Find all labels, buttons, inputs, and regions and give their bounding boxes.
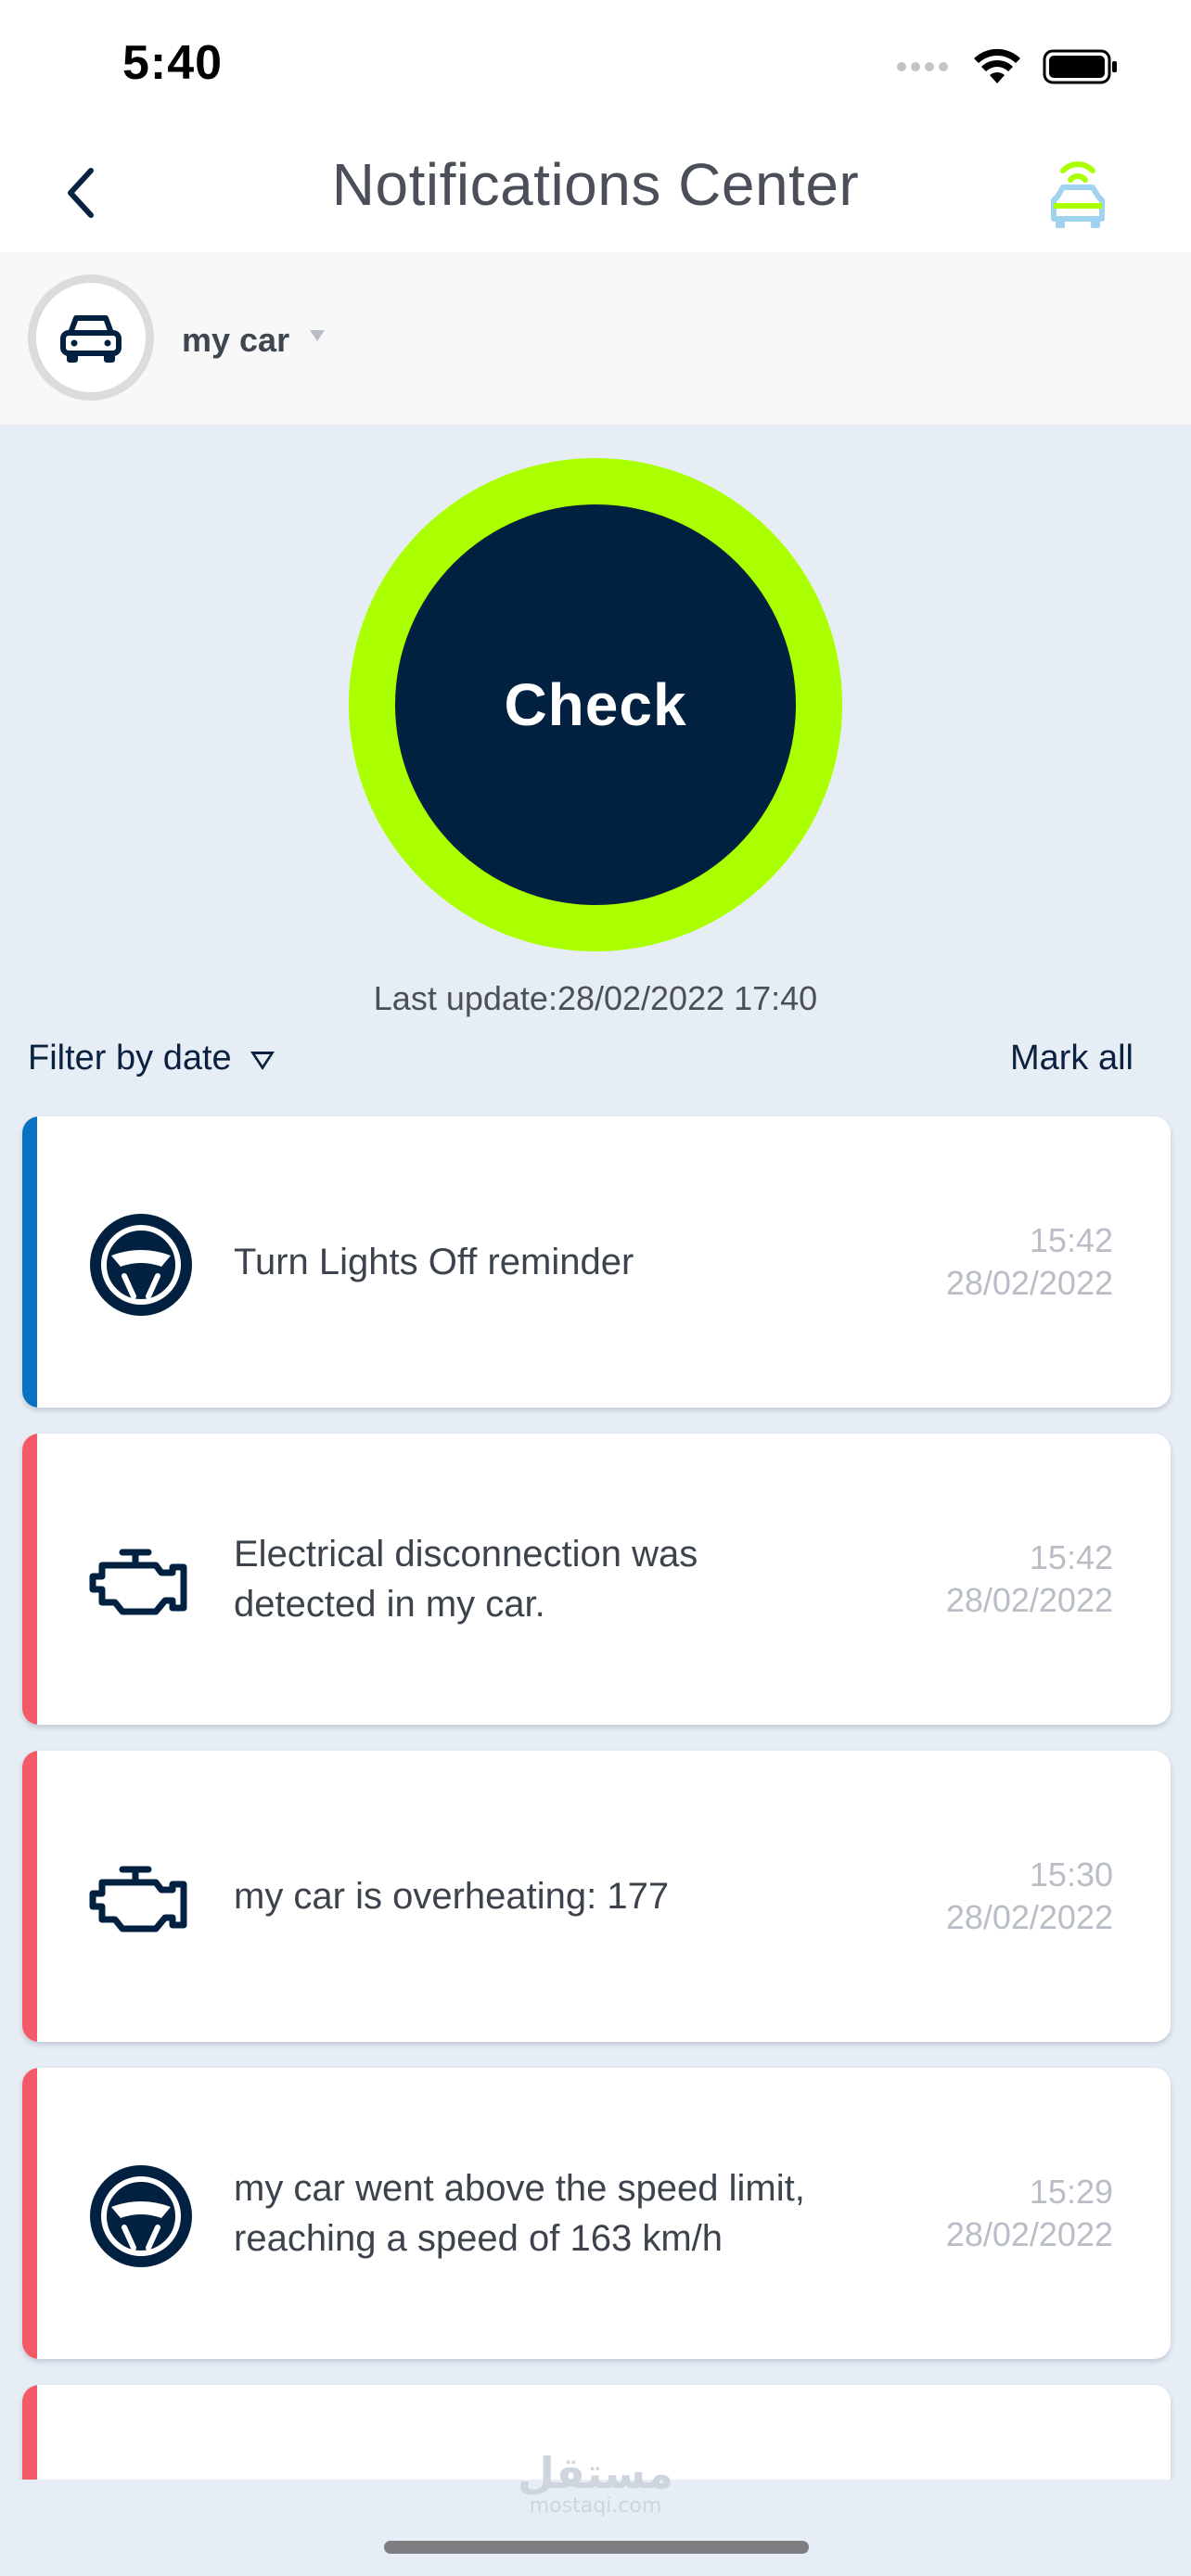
- check-button[interactable]: Check: [395, 504, 796, 905]
- notification-date: 28/02/2022: [945, 1581, 1113, 1619]
- notification-card[interactable]: Electrical disconnection was detected in…: [22, 1434, 1171, 1725]
- watermark: مستقل mostaqi.com: [0, 2448, 1191, 2518]
- notification-accent: [22, 1751, 37, 2042]
- status-icons: [896, 46, 1119, 87]
- chevron-down-icon: [310, 330, 325, 341]
- notification-accent: [22, 2068, 37, 2359]
- status-time: 5:40: [122, 36, 224, 90]
- notification-timestamp: 15:42 28/02/2022: [946, 1219, 1113, 1305]
- notification-card[interactable]: my car went above the speed limit, reach…: [22, 2068, 1171, 2359]
- engine-icon: [89, 1866, 187, 1932]
- last-update: Last update:28/02/2022 17:40: [373, 979, 818, 1017]
- mark-all-button[interactable]: Mark all: [1010, 1039, 1133, 1078]
- notification-time: 15:29: [1029, 2173, 1113, 2211]
- watermark-logo: مستقل: [517, 2448, 674, 2498]
- notification-text: my car went above the speed limit, reach…: [234, 2168, 805, 2259]
- battery-icon: [1043, 49, 1117, 84]
- notification-list: Turn Lights Off reminder 15:42 28/02/202…: [22, 1116, 1171, 2522]
- notification-text: Turn Lights Off reminder: [234, 1242, 634, 1282]
- notification-text: my car is overheating: 177: [234, 1876, 670, 1917]
- car-icon: [60, 315, 122, 363]
- watermark-site: mostaqi.com: [529, 2494, 662, 2518]
- notification-date: 28/02/2022: [945, 1898, 1113, 1936]
- notification-date: 28/02/2022: [945, 2215, 1113, 2253]
- filter-by-date-button[interactable]: Filter by date: [28, 1039, 275, 1078]
- notification-timestamp: 15:42 28/02/2022: [946, 1537, 1113, 1622]
- notification-date: 28/02/2022: [945, 1264, 1113, 1302]
- notification-timestamp: 15:29 28/02/2022: [946, 2171, 1113, 2256]
- status-bar: 5:40: [0, 0, 1191, 139]
- wifi-icon: [974, 48, 1020, 83]
- filter-label: Filter by date: [28, 1039, 232, 1078]
- triangle-down-icon: [250, 1051, 275, 1070]
- notification-card[interactable]: my car is overheating: 177 15:30 28/02/2…: [22, 1751, 1171, 2042]
- cellular-signal-icon: [897, 62, 948, 71]
- notification-accent: [22, 1434, 37, 1725]
- steering-wheel-icon: [90, 1214, 192, 1316]
- home-indicator[interactable]: [384, 2541, 809, 2554]
- notification-card[interactable]: Turn Lights Off reminder 15:42 28/02/202…: [22, 1116, 1171, 1408]
- notification-timestamp: 15:30 28/02/2022: [946, 1854, 1113, 1939]
- header: Notifications Center: [0, 139, 1191, 252]
- notification-text: Electrical disconnection was detected in…: [234, 1534, 698, 1625]
- car-connection-icon[interactable]: [1044, 150, 1111, 234]
- notification-time: 15:42: [1029, 1221, 1113, 1259]
- vehicle-name: my car: [182, 321, 290, 359]
- notification-time: 15:30: [1029, 1855, 1113, 1894]
- notification-accent: [22, 1116, 37, 1408]
- check-ring: Check: [349, 458, 842, 951]
- steering-wheel-icon: [90, 2165, 192, 2267]
- engine-icon: [89, 1549, 187, 1615]
- notification-time: 15:42: [1029, 1538, 1113, 1576]
- page-title: Notifications Center: [331, 151, 860, 218]
- vehicle-avatar: [28, 274, 154, 401]
- vehicle-selector[interactable]: my car: [0, 252, 1191, 425]
